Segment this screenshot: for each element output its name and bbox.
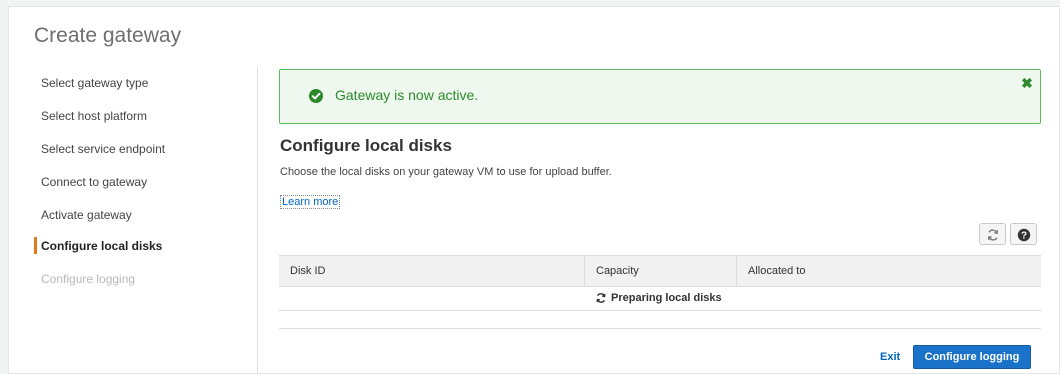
page-title: Create gateway: [34, 24, 182, 47]
loading-text: Preparing local disks: [611, 292, 722, 304]
column-header-allocated-to[interactable]: Allocated to: [736, 256, 1041, 286]
refresh-icon: [987, 229, 998, 241]
help-icon: ?: [1017, 228, 1030, 242]
section-title: Configure local disks: [280, 136, 452, 155]
step-select-host-platform[interactable]: Select host platform: [34, 106, 234, 126]
refresh-button[interactable]: [979, 223, 1006, 245]
svg-text:?: ?: [1020, 231, 1026, 242]
column-header-disk-id[interactable]: Disk ID: [279, 256, 584, 286]
step-configure-logging: Configure logging: [41, 272, 136, 286]
learn-more-link[interactable]: Learn more: [280, 195, 341, 209]
table-row: Preparing local disks: [279, 287, 1041, 311]
help-button[interactable]: ?: [1010, 223, 1037, 245]
table-header: Disk ID Capacity Allocated to: [279, 255, 1041, 287]
step-select-service-endpoint[interactable]: Select service endpoint: [34, 139, 234, 159]
loading-indicator: Preparing local disks: [595, 292, 722, 304]
exit-link[interactable]: Exit: [880, 351, 900, 363]
step-select-gateway-type[interactable]: Select gateway type: [34, 73, 234, 93]
spinner-icon: [596, 293, 606, 303]
footer-divider: [279, 328, 1041, 329]
section-description: Choose the local disks on your gateway V…: [280, 166, 612, 178]
column-header-capacity[interactable]: Capacity: [584, 256, 736, 286]
sidebar-divider: [257, 67, 258, 374]
alert-message: Gateway is now active.: [335, 87, 479, 103]
step-activate-gateway[interactable]: Activate gateway: [34, 205, 234, 225]
check-circle-icon: [309, 89, 323, 103]
success-alert: Gateway is now active. ✖: [279, 69, 1041, 124]
disks-table: Disk ID Capacity Allocated to Preparing …: [279, 255, 1041, 311]
close-icon[interactable]: ✖: [1020, 76, 1034, 90]
configure-logging-button[interactable]: Configure logging: [913, 345, 1031, 369]
step-configure-local-disks: Configure local disks: [34, 236, 234, 256]
step-connect-to-gateway[interactable]: Connect to gateway: [34, 172, 234, 192]
